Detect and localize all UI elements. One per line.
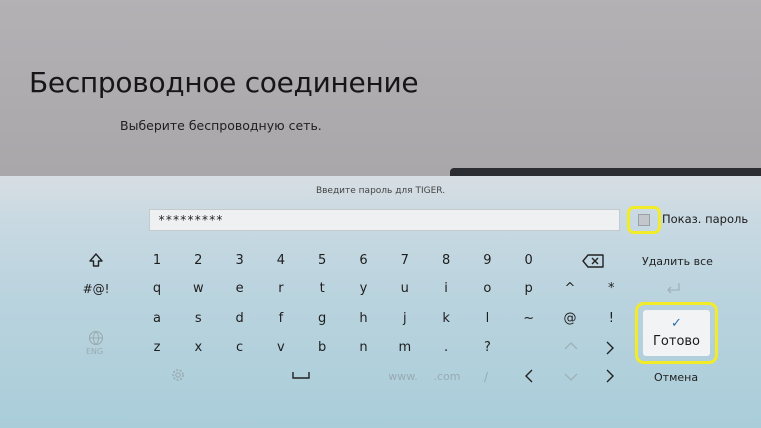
done-button[interactable]: ✓ Готово: [635, 302, 718, 364]
key-row3-8[interactable]: l: [467, 310, 507, 328]
key-row3-4[interactable]: g: [302, 310, 342, 328]
password-prompt: Введите пароль для TIGER.: [315, 186, 446, 196]
key-row1-2[interactable]: 3: [220, 252, 260, 270]
key-row1-3[interactable]: 4: [261, 252, 301, 270]
globe-icon[interactable]: [88, 330, 104, 346]
key-row3-9[interactable]: ~: [509, 310, 549, 328]
arrow-up-icon[interactable]: [564, 341, 578, 351]
settings-gear-icon[interactable]: [171, 368, 185, 382]
done-button-label: Готово: [652, 334, 701, 349]
key-row1-5[interactable]: 6: [344, 252, 384, 270]
key-row1-9[interactable]: 0: [509, 252, 549, 270]
page-title: Беспроводное соединение: [29, 66, 419, 99]
key-row3-2[interactable]: d: [220, 310, 260, 328]
arrow-down-icon[interactable]: [564, 372, 578, 382]
backspace-icon[interactable]: [582, 254, 604, 268]
enter-icon: [667, 283, 680, 294]
arrow-right-icon[interactable]: [605, 341, 615, 355]
www-key[interactable]: www.: [383, 368, 423, 386]
key-row2-7[interactable]: i: [426, 280, 466, 298]
arrow-left-icon[interactable]: [524, 369, 534, 383]
key-row4-7[interactable]: .: [426, 339, 466, 357]
key-row3-6[interactable]: j: [385, 310, 425, 328]
key-row3-11[interactable]: !: [591, 310, 631, 328]
key-row4-5[interactable]: n: [344, 339, 384, 357]
key-row3-3[interactable]: f: [261, 310, 301, 328]
key-row3-0[interactable]: a: [137, 310, 177, 328]
key-row2-11[interactable]: *: [591, 280, 631, 298]
delete-all-button[interactable]: Удалить все: [642, 255, 713, 268]
checkmark-icon: ✓: [671, 316, 682, 331]
key-row2-0[interactable]: q: [137, 280, 177, 298]
show-password-label: Показ. пароль: [662, 212, 749, 226]
key-row2-1[interactable]: w: [178, 280, 218, 298]
page-subtitle: Выберите беспроводную сеть.: [120, 118, 322, 133]
key-row3-10[interactable]: @: [550, 310, 590, 328]
key-row3-1[interactable]: s: [178, 310, 218, 328]
done-button-face[interactable]: ✓ Готово: [643, 310, 710, 356]
key-row4-6[interactable]: m: [385, 339, 425, 357]
key-row1-8[interactable]: 9: [467, 252, 507, 270]
key-row2-2[interactable]: e: [220, 280, 260, 298]
key-row4-4[interactable]: b: [302, 339, 342, 357]
key-row4-2[interactable]: c: [220, 339, 260, 357]
key-row2-10[interactable]: ^: [550, 280, 590, 298]
key-row2-5[interactable]: y: [344, 280, 384, 298]
shift-icon[interactable]: [88, 252, 104, 268]
slash-key[interactable]: /: [466, 368, 506, 386]
key-row3-7[interactable]: k: [426, 310, 466, 328]
key-row4-8[interactable]: ?: [467, 339, 507, 357]
key-row2-9[interactable]: p: [509, 280, 549, 298]
show-password-toggle[interactable]: [627, 206, 661, 234]
symbols-key[interactable]: #@!: [76, 280, 116, 298]
key-row2-6[interactable]: u: [385, 280, 425, 298]
key-row2-8[interactable]: o: [467, 280, 507, 298]
key-row1-0[interactable]: 1: [137, 252, 177, 270]
space-key-icon[interactable]: [292, 370, 310, 380]
key-row2-3[interactable]: r: [261, 280, 301, 298]
key-row4-3[interactable]: v: [261, 339, 301, 357]
key-row1-4[interactable]: 5: [302, 252, 342, 270]
key-row1-7[interactable]: 8: [426, 252, 466, 270]
key-row1-1[interactable]: 2: [178, 252, 218, 270]
arrow-right-icon[interactable]: [605, 369, 615, 383]
password-input[interactable]: *********: [149, 209, 620, 231]
show-password-checkbox[interactable]: [638, 214, 650, 226]
com-key[interactable]: .com: [427, 368, 467, 386]
cancel-button[interactable]: Отмена: [654, 371, 698, 384]
key-row2-4[interactable]: t: [302, 280, 342, 298]
language-label: ENG: [86, 347, 104, 356]
key-row4-0[interactable]: z: [137, 339, 177, 357]
key-row4-1[interactable]: x: [178, 339, 218, 357]
key-row3-5[interactable]: h: [344, 310, 384, 328]
key-row1-6[interactable]: 7: [385, 252, 425, 270]
